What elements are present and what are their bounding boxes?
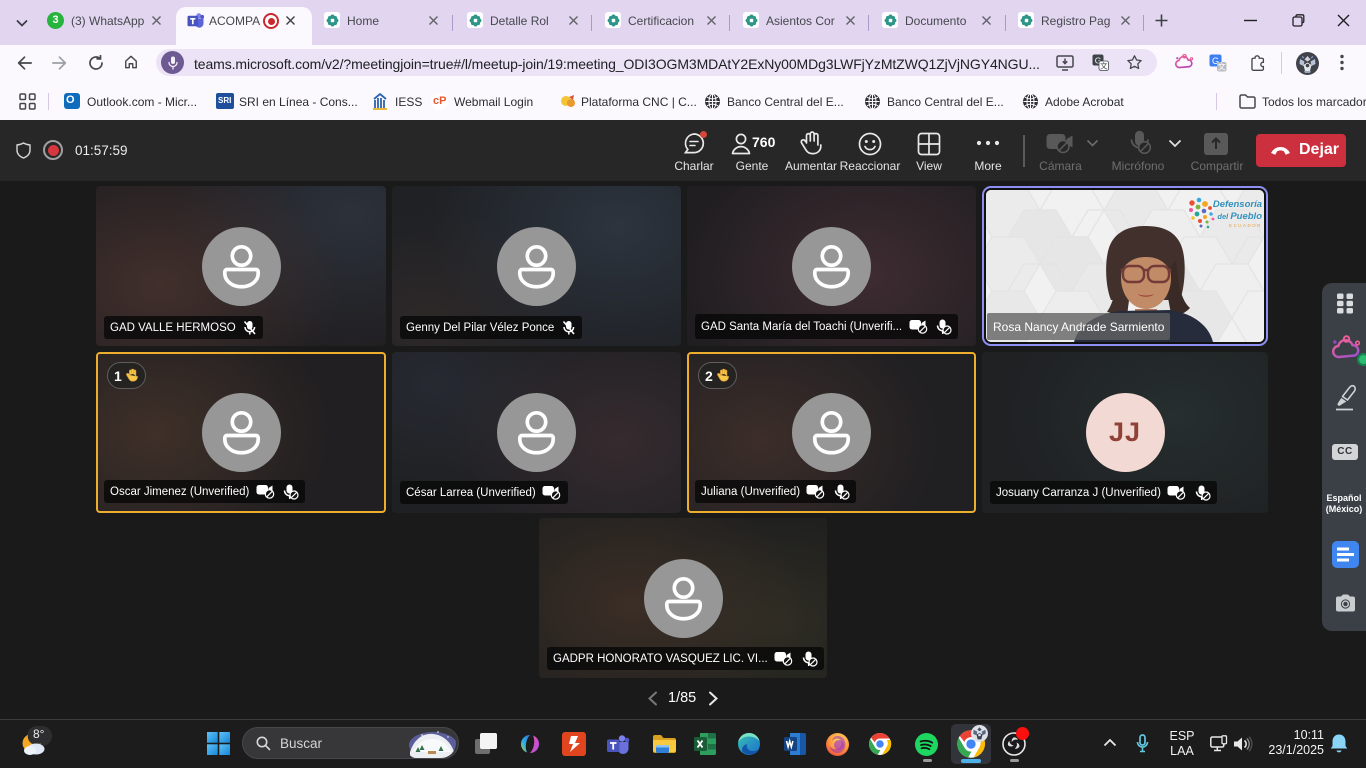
svg-text:del Pueblo: del Pueblo: [1217, 211, 1262, 222]
svg-text:ECUADOR: ECUADOR: [1229, 223, 1262, 228]
svg-text:文: 文: [1100, 61, 1108, 71]
svg-text:文: 文: [1218, 62, 1226, 72]
svg-text:Defensoría: Defensoría: [1213, 199, 1262, 210]
